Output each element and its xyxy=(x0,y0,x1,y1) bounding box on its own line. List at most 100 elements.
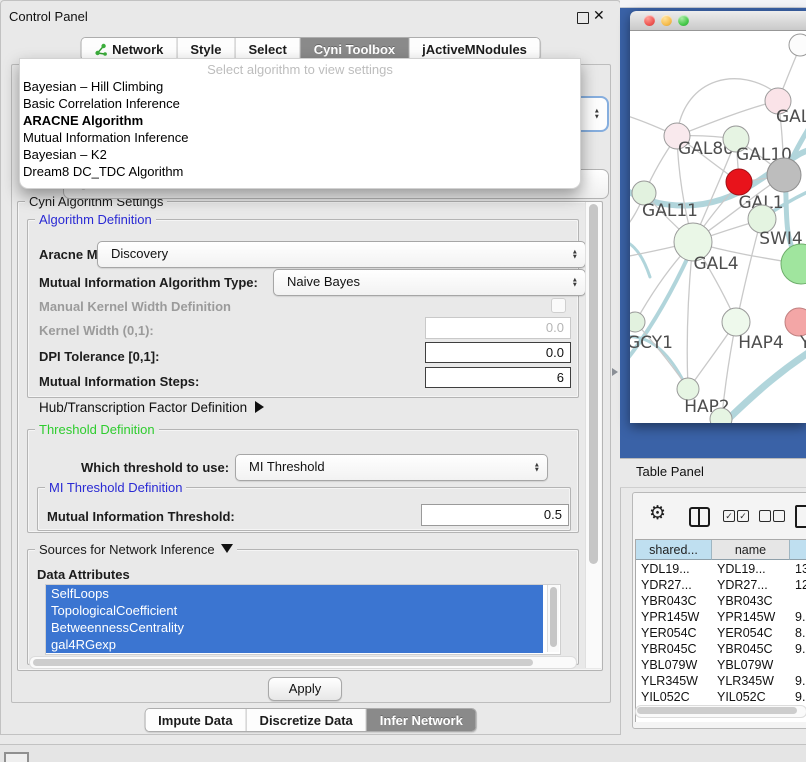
network-canvas[interactable]: GALGAL80GAL10GAL1GAL11SWI4GAL4GCY1HAP4YH… xyxy=(630,31,806,423)
aracne-mode-combo[interactable]: Discovery ▲▼ xyxy=(97,241,586,268)
network-node-hap4[interactable] xyxy=(722,308,750,336)
select-all-check-icon[interactable]: ✓ xyxy=(723,510,735,522)
table-cell[interactable]: YBR043C xyxy=(636,593,712,609)
table-cell[interactable]: YBR045C xyxy=(712,641,790,657)
close-traffic-icon[interactable] xyxy=(644,15,655,26)
table-column-header[interactable]: shared... xyxy=(636,540,712,560)
tab-cyni-toolbox[interactable]: Cyni Toolbox xyxy=(301,38,409,60)
column-selector-icon[interactable] xyxy=(689,507,710,527)
algorithm-option[interactable]: Dream8 DC_TDC Algorithm xyxy=(20,163,580,180)
new-table-doc-icon[interactable] xyxy=(795,505,806,528)
tab-impute-data[interactable]: Impute Data xyxy=(145,709,246,731)
table-cell[interactable]: YER054C xyxy=(712,625,790,641)
network-node-gcy1[interactable] xyxy=(630,312,645,332)
table-column-header[interactable]: A xyxy=(790,540,806,560)
table-cell[interactable]: 12 xyxy=(790,577,806,593)
zoom-traffic-icon[interactable] xyxy=(678,15,689,26)
sources-legend[interactable]: Sources for Network Inference xyxy=(35,542,237,557)
tab-network[interactable]: Network xyxy=(81,38,177,60)
node-label: GCY1 xyxy=(630,333,673,353)
algorithm-option[interactable]: Bayesian – K2 xyxy=(20,146,580,163)
table-cell[interactable]: YPR145W xyxy=(636,609,712,625)
settings-horizontal-scrollbar[interactable] xyxy=(29,656,577,669)
attribute-list-item[interactable]: TopologicalCoefficient xyxy=(46,602,543,619)
table-cell[interactable] xyxy=(790,657,806,673)
kernel-width-input[interactable]: 0.0 xyxy=(425,317,571,339)
attribute-list-item[interactable]: BetweennessCentrality xyxy=(46,619,543,636)
algorithm-option[interactable]: Bayesian – Hill Climbing xyxy=(20,78,580,95)
network-node[interactable] xyxy=(781,244,806,284)
tab-jactivemnodules[interactable]: jActiveMNodules xyxy=(409,38,540,60)
float-window-icon[interactable] xyxy=(577,12,589,24)
node-attribute-table[interactable]: shared...nameAYDL19...YDL19...13YDR27...… xyxy=(635,539,806,722)
table-cell[interactable]: YBL079W xyxy=(636,657,712,673)
minimize-traffic-icon[interactable] xyxy=(661,15,672,26)
manual-kernel-width-checkbox[interactable] xyxy=(551,298,566,313)
mi-algorithm-type-label: Mutual Information Algorithm Type: xyxy=(39,275,258,290)
mi-steps-input[interactable]: 6 xyxy=(425,367,571,388)
tab-label: Network xyxy=(112,42,163,57)
tab-infer-network[interactable]: Infer Network xyxy=(367,709,476,731)
table-cell[interactable]: 8. xyxy=(790,625,806,641)
algorithm-option[interactable]: Mutual Information Inference xyxy=(20,129,580,146)
table-cell[interactable]: YLR345W xyxy=(712,673,790,689)
tab-label: Discretize Data xyxy=(260,713,353,728)
tab-select[interactable]: Select xyxy=(235,38,300,60)
table-cell[interactable]: YPR145W xyxy=(712,609,790,625)
table-cell[interactable]: 9. xyxy=(790,689,806,705)
dpi-tolerance-input[interactable]: 0.0 xyxy=(425,342,571,363)
dpi-tolerance-label: DPI Tolerance [0,1]: xyxy=(39,349,159,364)
node-label: GAL4 xyxy=(693,254,738,274)
hub-definition-toggle[interactable]: Hub/Transcription Factor Definition xyxy=(39,400,264,415)
mi-threshold-label: Mutual Information Threshold: xyxy=(47,509,235,524)
status-bar-strip xyxy=(0,744,806,762)
mi-threshold-definition-legend: MI Threshold Definition xyxy=(45,480,186,495)
data-attributes-list[interactable]: SelfLoopsTopologicalCoefficientBetweenne… xyxy=(45,584,561,655)
apply-button[interactable]: Apply xyxy=(268,677,342,701)
toolbar-edge-strip xyxy=(620,0,806,8)
close-icon[interactable]: ✕ xyxy=(593,7,605,24)
mi-threshold-input[interactable]: 0.5 xyxy=(421,504,569,526)
table-cell[interactable]: YDR27... xyxy=(636,577,712,593)
table-cell[interactable]: 13 xyxy=(790,561,806,577)
table-cell[interactable]: YBL079W xyxy=(712,657,790,673)
algorithm-option[interactable]: Basic Correlation Inference xyxy=(20,95,580,112)
network-node[interactable] xyxy=(789,34,806,56)
tab-style[interactable]: Style xyxy=(177,38,235,60)
aracne-mode-value: Discovery xyxy=(111,246,168,261)
table-cell[interactable]: YBR045C xyxy=(636,641,712,657)
table-settings-gear-icon[interactable]: ⚙ xyxy=(649,502,666,525)
table-cell[interactable]: YDL19... xyxy=(712,561,790,577)
table-cell[interactable]: YER054C xyxy=(636,625,712,641)
network-window-titlebar[interactable] xyxy=(630,11,806,31)
select-all-check-icon[interactable]: ✓ xyxy=(737,510,749,522)
table-cell[interactable]: 9. xyxy=(790,641,806,657)
attribute-list-item[interactable]: gal4RGexp xyxy=(46,636,543,653)
table-cell[interactable]: YBR043C xyxy=(712,593,790,609)
which-threshold-combo[interactable]: MI Threshold ▲▼ xyxy=(235,454,548,481)
network-view-window: GALGAL80GAL10GAL1GAL11SWI4GAL4GCY1HAP4YH… xyxy=(630,11,806,423)
table-cell[interactable] xyxy=(790,593,806,609)
deselect-all-icon[interactable] xyxy=(773,510,785,522)
table-cell[interactable]: YIL052C xyxy=(636,689,712,705)
table-cell[interactable]: 9. xyxy=(790,609,806,625)
network-node[interactable] xyxy=(767,158,801,192)
attribute-list-scrollbar[interactable] xyxy=(547,585,559,652)
combo-stepper-icon: ▲▼ xyxy=(594,109,600,120)
table-cell[interactable]: YLR345W xyxy=(636,673,712,689)
deselect-all-icon[interactable] xyxy=(759,510,771,522)
tab-label: Infer Network xyxy=(380,713,463,728)
table-cell[interactable]: 9. xyxy=(790,673,806,689)
network-node-y[interactable] xyxy=(785,308,806,336)
table-cell[interactable]: YDL19... xyxy=(636,561,712,577)
table-cell[interactable]: YDR27... xyxy=(712,577,790,593)
settings-vertical-scrollbar[interactable] xyxy=(585,202,601,668)
network-node-gal1[interactable] xyxy=(726,169,752,195)
splitter-collapse-icon[interactable] xyxy=(612,368,618,376)
tab-discretize-data[interactable]: Discretize Data xyxy=(247,709,367,731)
attribute-list-item[interactable]: SelfLoops xyxy=(46,585,543,602)
mi-algorithm-type-combo[interactable]: Naive Bayes ▲▼ xyxy=(273,269,586,296)
algorithm-option[interactable]: ARACNE Algorithm xyxy=(20,112,580,129)
table-column-header[interactable]: name xyxy=(712,540,790,560)
table-cell[interactable]: YIL052C xyxy=(712,689,790,705)
